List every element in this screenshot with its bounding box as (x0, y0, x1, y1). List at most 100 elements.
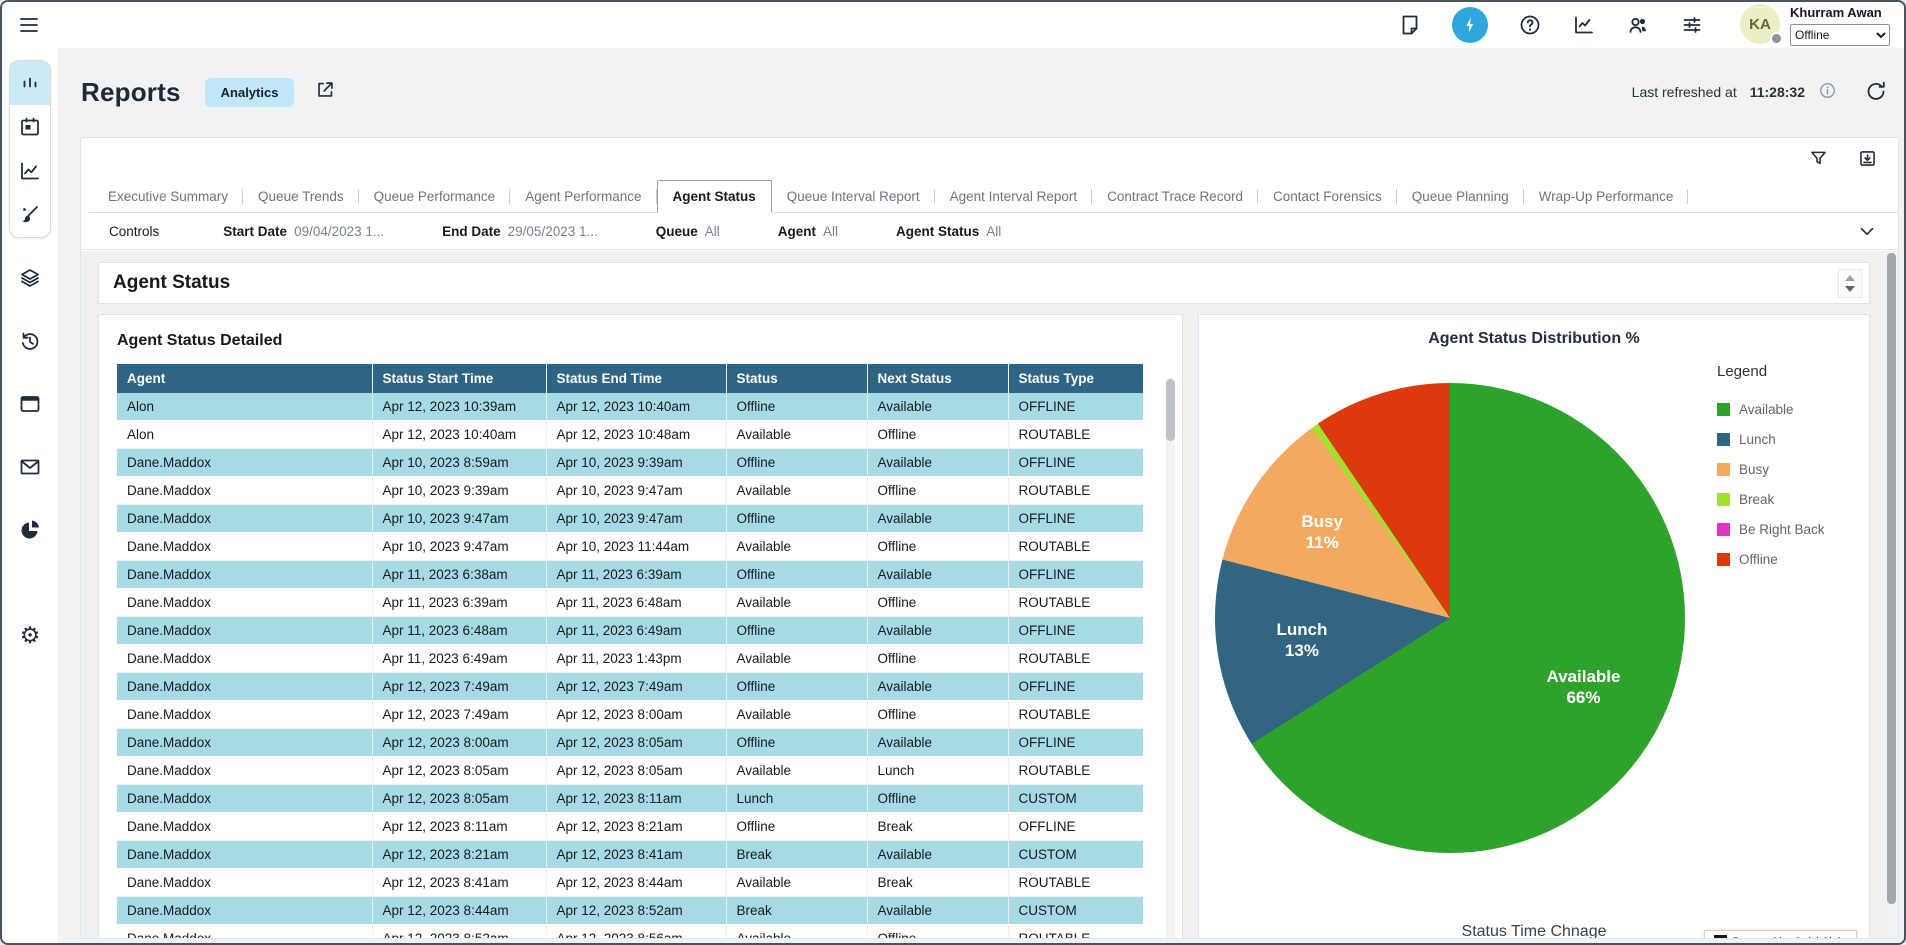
control-label: Agent (778, 224, 816, 239)
table-cell: ROUTABLE (1008, 757, 1143, 785)
control-agent-status[interactable]: Agent StatusAll (896, 224, 1001, 239)
chart-legend: Legend AvailableLunchBusyBreakBe Right B… (1717, 363, 1825, 582)
control-agent[interactable]: AgentAll (778, 224, 838, 239)
help-icon[interactable] (1518, 13, 1542, 37)
table-row[interactable]: Dane.MaddoxApr 11, 2023 6:48amApr 11, 20… (117, 617, 1143, 645)
table-cell: ROUTABLE (1008, 645, 1143, 673)
stepper-up-icon[interactable] (1845, 275, 1855, 281)
table-row[interactable]: Dane.MaddoxApr 12, 2023 8:11amApr 12, 20… (117, 813, 1143, 841)
table-cell: Apr 10, 2023 9:39am (546, 449, 726, 477)
control-queue[interactable]: QueueAll (656, 224, 720, 239)
filter-icon[interactable] (1808, 148, 1829, 174)
tab-queue-interval-report[interactable]: Queue Interval Report (772, 181, 935, 212)
control-start-date[interactable]: Start Date09/04/2023 1... (223, 224, 384, 239)
table-row[interactable]: Dane.MaddoxApr 12, 2023 8:00amApr 12, 20… (117, 729, 1143, 757)
refresh-icon[interactable] (1864, 79, 1888, 106)
column-header-status[interactable]: Status (726, 364, 867, 393)
tab-agent-performance[interactable]: Agent Performance (510, 181, 656, 212)
external-link-icon[interactable] (314, 79, 336, 106)
tab-contact-forensics[interactable]: Contact Forensics (1258, 181, 1397, 212)
column-header-next-status[interactable]: Next Status (867, 364, 1008, 393)
sidebar-item-history[interactable] (18, 329, 42, 358)
table-cell: Apr 12, 2023 10:48am (546, 421, 726, 449)
main-area: Reports Analytics Last refreshed at 11:2… (58, 48, 1904, 943)
tab-queue-trends[interactable]: Queue Trends (243, 181, 359, 212)
avatar[interactable]: KA (1740, 4, 1780, 44)
sheet-stepper[interactable] (1838, 269, 1862, 298)
dashboards-icon (18, 71, 42, 95)
table-cell: OFFLINE (1008, 673, 1143, 701)
legend-item-offline[interactable]: Offline (1717, 552, 1825, 567)
column-header-status-type[interactable]: Status Type (1008, 364, 1143, 393)
sidebar-item-calendar[interactable] (10, 105, 50, 149)
sidebar-item-design[interactable] (10, 193, 50, 237)
table-row[interactable]: Dane.MaddoxApr 11, 2023 6:38amApr 11, 20… (117, 561, 1143, 589)
table-row[interactable]: Dane.MaddoxApr 10, 2023 9:47amApr 10, 20… (117, 505, 1143, 533)
tab-agent-interval-report[interactable]: Agent Interval Report (935, 181, 1093, 212)
table-scrollbar-thumb[interactable] (1166, 379, 1175, 441)
metrics-icon[interactable] (1572, 13, 1596, 37)
table-cell: Apr 12, 2023 10:39am (372, 393, 546, 421)
table-row[interactable]: Dane.MaddoxApr 12, 2023 8:05amApr 12, 20… (117, 785, 1143, 813)
sidebar-item-pie-chart[interactable] (18, 518, 42, 547)
table-row[interactable]: AlonApr 12, 2023 10:39amApr 12, 2023 10:… (117, 393, 1143, 421)
controls-expand-chevron-icon[interactable] (1856, 220, 1878, 245)
column-header-status-end-time[interactable]: Status End Time (546, 364, 726, 393)
table-cell: CUSTOM (1008, 841, 1143, 869)
tab-agent-status[interactable]: Agent Status (657, 180, 772, 213)
table-row[interactable]: Dane.MaddoxApr 10, 2023 9:39amApr 10, 20… (117, 477, 1143, 505)
users-icon[interactable] (1626, 13, 1650, 37)
tab-contract-trace-record[interactable]: Contract Trace Record (1092, 181, 1258, 212)
table-row[interactable]: Dane.MaddoxApr 11, 2023 6:39amApr 11, 20… (117, 589, 1143, 617)
pie-chart[interactable]: Busy11%Lunch13%Available66% (1215, 383, 1685, 853)
hamburger-menu-icon[interactable] (17, 13, 41, 42)
tab-queue-performance[interactable]: Queue Performance (359, 181, 511, 212)
sidebar-item-mail[interactable] (18, 455, 42, 484)
legend-item-lunch[interactable]: Lunch (1717, 432, 1825, 447)
analytics-badge[interactable]: Analytics (205, 78, 295, 107)
user-status-select[interactable]: Offline (1790, 24, 1890, 46)
table-cell: Offline (726, 449, 867, 477)
table-row[interactable]: Dane.MaddoxApr 12, 2023 7:49amApr 12, 20… (117, 701, 1143, 729)
table-row[interactable]: AlonApr 12, 2023 10:40amApr 12, 2023 10:… (117, 421, 1143, 449)
notes-icon[interactable] (1398, 13, 1422, 37)
table-cell: Apr 12, 2023 8:11am (372, 813, 546, 841)
layers-icon (18, 266, 42, 290)
table-row[interactable]: Dane.MaddoxApr 12, 2023 8:21amApr 12, 20… (117, 841, 1143, 869)
sidebar-item-layers[interactable] (18, 266, 42, 295)
table-row[interactable]: Dane.MaddoxApr 12, 2023 8:52amApr 12, 20… (117, 925, 1143, 939)
export-icon[interactable] (1857, 148, 1878, 174)
flash-icon[interactable] (1452, 7, 1488, 43)
sidebar-item-dashboards[interactable] (10, 61, 50, 105)
sidebar-item-window[interactable] (18, 392, 42, 421)
table-cell: ROUTABLE (1008, 925, 1143, 939)
tab-wrap-up-performance[interactable]: Wrap-Up Performance (1524, 181, 1689, 212)
legend-item-be-right-back[interactable]: Be Right Back (1717, 522, 1825, 537)
tab-executive-summary[interactable]: Executive Summary (93, 181, 243, 212)
info-icon[interactable] (1818, 81, 1837, 103)
column-header-status-start-time[interactable]: Status Start Time (372, 364, 546, 393)
table-cell: CUSTOM (1008, 785, 1143, 813)
tab-queue-planning[interactable]: Queue Planning (1397, 181, 1524, 212)
sidebar-item-settings[interactable]: ⚙ (20, 625, 41, 648)
table-cell: Apr 11, 2023 6:49am (546, 617, 726, 645)
table-row[interactable]: Dane.MaddoxApr 12, 2023 8:05amApr 12, 20… (117, 757, 1143, 785)
legend-item-break[interactable]: Break (1717, 492, 1825, 507)
table-row[interactable]: Dane.MaddoxApr 12, 2023 8:44amApr 12, 20… (117, 897, 1143, 925)
preferences-icon[interactable] (1680, 13, 1704, 37)
table-row[interactable]: Dane.MaddoxApr 10, 2023 8:59amApr 10, 20… (117, 449, 1143, 477)
legend-item-busy[interactable]: Busy (1717, 462, 1825, 477)
table-row[interactable]: Dane.MaddoxApr 10, 2023 9:47amApr 10, 20… (117, 533, 1143, 561)
table-row[interactable]: Dane.MaddoxApr 12, 2023 7:49amApr 12, 20… (117, 673, 1143, 701)
dashboard-scrollbar-thumb[interactable] (1887, 253, 1896, 904)
table-row[interactable]: Dane.MaddoxApr 11, 2023 6:49amApr 11, 20… (117, 645, 1143, 673)
table-cell: Apr 12, 2023 8:00am (546, 701, 726, 729)
table-row[interactable]: Dane.MaddoxApr 12, 2023 8:41amApr 12, 20… (117, 869, 1143, 897)
sidebar-item-analyses[interactable] (10, 149, 50, 193)
legend-item-available[interactable]: Available (1717, 402, 1825, 417)
stepper-down-icon[interactable] (1845, 286, 1855, 292)
agent-status-chart-panel: Agent Status Distribution % Busy11%Lunch… (1198, 314, 1870, 938)
column-header-agent[interactable]: Agent (117, 364, 372, 393)
table-cell: Available (726, 701, 867, 729)
control-end-date[interactable]: End Date29/05/2023 1... (442, 224, 598, 239)
